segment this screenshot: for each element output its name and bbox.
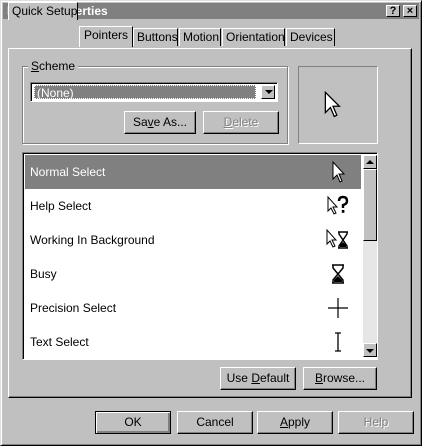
help-cursor-icon	[327, 195, 349, 215]
tab-devices[interactable]: Devices	[286, 28, 335, 46]
list-item-normal-select[interactable]: Normal Select	[25, 155, 361, 189]
tab-motion[interactable]: Motion	[179, 28, 221, 46]
cancel-button[interactable]: Cancel	[177, 411, 253, 434]
chevron-down-icon	[265, 90, 273, 94]
list-item-precision-select[interactable]: Precision Select	[25, 291, 361, 325]
tab-quick-setup[interactable]: Quick Setup	[8, 2, 78, 20]
chevron-down-icon	[366, 349, 374, 353]
working-cursor-icon	[326, 228, 348, 249]
scheme-selected-value: (None)	[34, 85, 256, 100]
scheme-dropdown-button[interactable]	[261, 85, 275, 99]
list-item-text-select[interactable]: Text Select	[25, 325, 361, 359]
pointer-list-scrollbar[interactable]	[363, 155, 377, 357]
scroll-up-button[interactable]	[363, 155, 377, 169]
hourglass-cursor-icon	[332, 264, 344, 284]
chevron-up-icon	[366, 160, 374, 164]
browse-button[interactable]: Browse...	[303, 367, 377, 390]
list-item-working-in-background[interactable]: Working In Background	[25, 223, 361, 257]
use-default-button[interactable]: Use Default	[220, 367, 296, 390]
ibeam-cursor-icon	[335, 332, 341, 352]
arrow-cursor-icon	[332, 160, 346, 183]
pointer-preview	[298, 66, 378, 144]
list-item-label: Text Select	[30, 335, 89, 349]
tab-pointers[interactable]: Pointers	[79, 26, 133, 47]
tab-label: Devices	[290, 30, 333, 44]
help-title-button[interactable]: ?	[386, 5, 400, 17]
tab-label: Orientation	[226, 30, 285, 44]
tab-label: Pointers	[83, 28, 129, 42]
scheme-group-label: Scheme	[28, 59, 79, 73]
pointer-list[interactable]: Normal Select Help Select Working In Bac…	[22, 152, 378, 360]
list-item-label: Working In Background	[30, 233, 155, 247]
apply-button[interactable]: Apply	[257, 411, 333, 434]
tab-orientation[interactable]: Orientation	[222, 28, 285, 46]
tab-label: Quick Setup	[12, 4, 78, 18]
scheme-select[interactable]: (None)	[30, 82, 278, 102]
crosshair-cursor-icon	[328, 298, 348, 318]
tab-label: Motion	[183, 30, 220, 44]
scroll-thumb[interactable]	[363, 169, 377, 241]
list-item-label: Busy	[30, 267, 57, 281]
list-item-busy[interactable]: Busy	[25, 257, 361, 291]
save-as-button[interactable]: Save As...	[124, 111, 196, 134]
arrow-cursor-icon	[324, 91, 341, 118]
list-item-label: Precision Select	[30, 301, 117, 315]
tab-buttons[interactable]: Buttons	[133, 28, 178, 46]
close-icon: ×	[406, 5, 414, 17]
tab-label: Buttons	[137, 30, 178, 44]
list-item-help-select[interactable]: Help Select	[25, 189, 361, 223]
list-item-label: Help Select	[30, 199, 92, 213]
question-mark-icon: ?	[389, 5, 397, 17]
help-button[interactable]: Help	[338, 411, 414, 434]
ok-button[interactable]: OK	[95, 411, 171, 434]
close-title-button[interactable]: ×	[403, 5, 417, 17]
scroll-down-button[interactable]	[363, 343, 377, 357]
list-item-label: Normal Select	[30, 165, 106, 179]
delete-button[interactable]: Delete	[203, 111, 279, 134]
